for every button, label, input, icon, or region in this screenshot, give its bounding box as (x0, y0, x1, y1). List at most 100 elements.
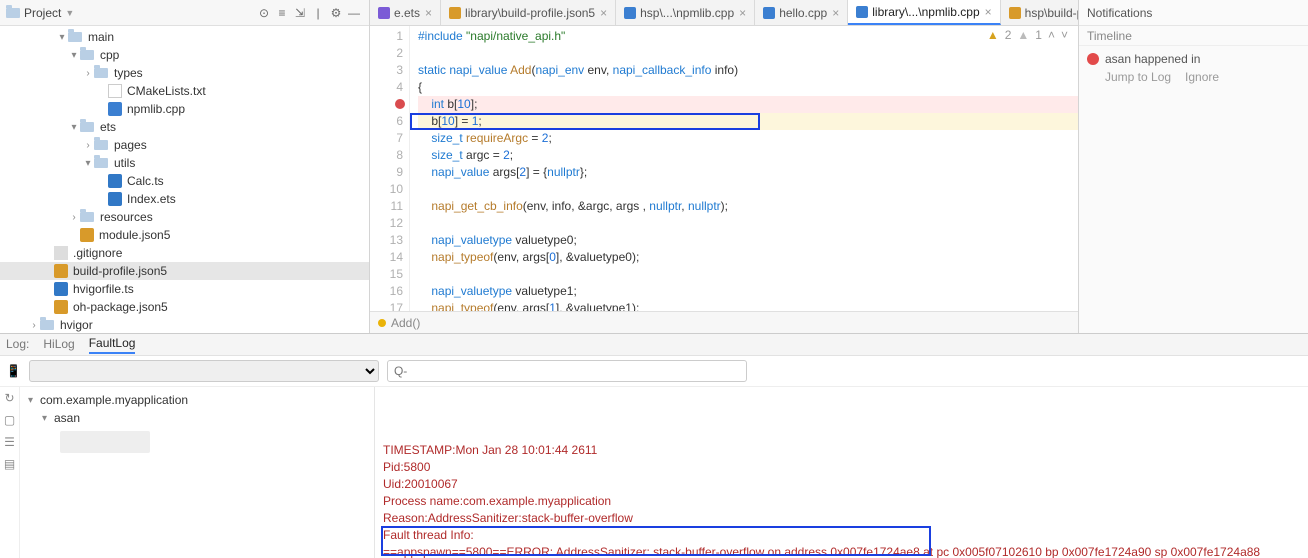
code-line[interactable]: #include "napi/native_api.h" (418, 28, 1078, 45)
export-icon[interactable]: ▢ (4, 413, 15, 427)
folder-icon (94, 140, 108, 150)
ignore-link[interactable]: Ignore (1185, 70, 1219, 84)
code-line[interactable]: napi_typeof(env, args[1], &valuetype1); (418, 300, 1078, 311)
breadcrumb[interactable]: Add() (391, 316, 420, 330)
tree-item[interactable]: ›types (0, 64, 369, 82)
close-icon[interactable]: × (832, 6, 839, 20)
folder-icon (68, 32, 82, 42)
notification-text: asan happened in (1105, 52, 1200, 66)
gutter[interactable]: 1234567891011121314151617 (370, 26, 410, 311)
code-line[interactable]: static napi_value Add(napi_env env, napi… (418, 62, 1078, 79)
nav-up-icon[interactable]: ˄ (1048, 28, 1055, 42)
code-line[interactable] (418, 45, 1078, 62)
tree-item[interactable]: CMakeLists.txt (0, 82, 369, 100)
tree-item-label: oh-package.json5 (73, 300, 168, 314)
tree-item[interactable]: › hvigor (0, 316, 369, 333)
chevron-icon[interactable]: ▾ (56, 32, 68, 43)
breakpoint-icon[interactable] (395, 99, 405, 109)
tab-hilog[interactable]: HiLog (43, 337, 74, 353)
chevron-icon[interactable]: ▾ (68, 50, 80, 61)
chevron-icon[interactable]: ▾ (68, 122, 80, 133)
chevron-icon[interactable]: › (28, 320, 40, 331)
tree-item[interactable]: oh-package.json5 (0, 298, 369, 316)
tab-label: hello.cpp (779, 6, 827, 20)
code-line[interactable] (418, 266, 1078, 283)
locate-icon[interactable]: ⊙ (255, 6, 273, 20)
tree-item-label: pages (114, 138, 147, 152)
faultlog-tree[interactable]: ▾ com.example.myapplication ▾ asan (20, 387, 374, 558)
code-line[interactable]: { (418, 79, 1078, 96)
chevron-icon[interactable]: › (68, 212, 80, 223)
collapse-icon[interactable]: ⇲ (291, 6, 309, 20)
filter-icon[interactable]: ☰ (4, 435, 15, 449)
tab-faultlog[interactable]: FaultLog (89, 336, 136, 354)
editor-tab[interactable]: e.ets × (370, 0, 441, 25)
tree-item[interactable]: ▾cpp (0, 46, 369, 64)
close-icon[interactable]: × (985, 5, 992, 19)
code-line[interactable]: napi_value args[2] = {nullptr}; (418, 164, 1078, 181)
tree-item[interactable]: ▾ets (0, 118, 369, 136)
code-line[interactable]: b[10] = 1; (418, 113, 1078, 130)
editor-tab[interactable]: library\build-profile.json5× (441, 0, 616, 25)
editor-tab[interactable]: library\...\npmlib.cpp× (848, 0, 1000, 25)
close-icon[interactable]: × (600, 6, 607, 20)
tree-item[interactable]: ›resources (0, 208, 369, 226)
faultlog-output[interactable]: TIMESTAMP:Mon Jan 28 10:01:44 2611Pid:58… (375, 387, 1308, 558)
close-icon[interactable]: × (425, 6, 432, 20)
code-line[interactable]: napi_valuetype valuetype1; (418, 283, 1078, 300)
tree-asan-node[interactable]: ▾ asan (24, 409, 370, 427)
tree-item[interactable]: ▾main (0, 28, 369, 46)
chevron-icon[interactable]: › (82, 140, 94, 151)
save-icon[interactable]: ▤ (4, 457, 15, 471)
tree-item[interactable]: module.json5 (0, 226, 369, 244)
tree-item[interactable]: npmlib.cpp (0, 100, 369, 118)
code-line[interactable]: size_t argc = 2; (418, 147, 1078, 164)
device-select[interactable] (29, 360, 379, 382)
project-panel: Project ▼ ⊙ ≡ ⇲ | ⚙ — ▾main▾cpp›typesCMa… (0, 0, 370, 333)
chevron-down-icon[interactable]: ▼ (65, 8, 74, 18)
nav-down-icon[interactable]: ˅ (1061, 28, 1068, 42)
code-line[interactable]: napi_valuetype valuetype0; (418, 232, 1078, 249)
json-file-icon (80, 228, 94, 242)
editor-tab[interactable]: hsp\...\npmlib.cpp× (616, 0, 755, 25)
tree-item[interactable]: Calc.ts (0, 172, 369, 190)
tree-app-node[interactable]: ▾ com.example.myapplication (24, 391, 370, 409)
gear-icon[interactable]: ⚙ (327, 6, 345, 20)
code-line[interactable]: napi_typeof(env, args[0], &valuetype0); (418, 249, 1078, 266)
minimize-icon[interactable]: — (345, 6, 363, 20)
folder-icon (40, 320, 54, 330)
cpp-file-icon (856, 6, 868, 18)
tree-item[interactable]: hvigorfile.ts (0, 280, 369, 298)
tree-entry-node[interactable] (24, 427, 370, 457)
warning-icon: ▲ (987, 28, 999, 42)
notification-item[interactable]: asan happened in Jump to Log Ignore (1079, 46, 1308, 90)
inspection-widget[interactable]: ▲2 ▲1 ˄ ˅ (987, 28, 1068, 42)
json-file-icon (54, 300, 68, 314)
code-line[interactable]: int b[10]; (418, 96, 1078, 113)
tree-item[interactable]: .gitignore (0, 244, 369, 262)
tree-item[interactable]: Index.ets (0, 190, 369, 208)
expand-icon[interactable]: ≡ (273, 6, 291, 20)
tab-label: hsp\build-profile.json5 (1025, 6, 1078, 20)
tree-item[interactable]: build-profile.json5 (0, 262, 369, 280)
code-line[interactable] (418, 215, 1078, 232)
code-line[interactable]: size_t requireArgc = 2; (418, 130, 1078, 147)
log-search-input[interactable] (387, 360, 747, 382)
editor-tab[interactable]: hello.cpp × (755, 0, 848, 25)
project-tree[interactable]: ▾main▾cpp›typesCMakeLists.txtnpmlib.cpp▾… (0, 26, 369, 333)
bottom-tabs: Log: HiLog FaultLog (0, 334, 1308, 356)
tree-item-label: hvigor (60, 318, 93, 332)
timeline-header[interactable]: Timeline (1079, 26, 1308, 46)
close-icon[interactable]: × (739, 6, 746, 20)
refresh-icon[interactable]: ↻ (4, 391, 14, 405)
code-line[interactable] (418, 181, 1078, 198)
chevron-icon[interactable]: › (82, 68, 94, 79)
tab-label: e.ets (394, 6, 420, 20)
tree-item[interactable]: ▾utils (0, 154, 369, 172)
tree-item[interactable]: › pages (0, 136, 369, 154)
chevron-icon[interactable]: ▾ (82, 158, 94, 169)
jump-to-log-link[interactable]: Jump to Log (1105, 70, 1171, 84)
code-line[interactable]: napi_get_cb_info(env, info, &argc, args … (418, 198, 1078, 215)
code-area[interactable]: #include "napi/native_api.h" static napi… (410, 26, 1078, 311)
editor-tab[interactable]: hsp\build-profile.json5× (1001, 0, 1078, 25)
